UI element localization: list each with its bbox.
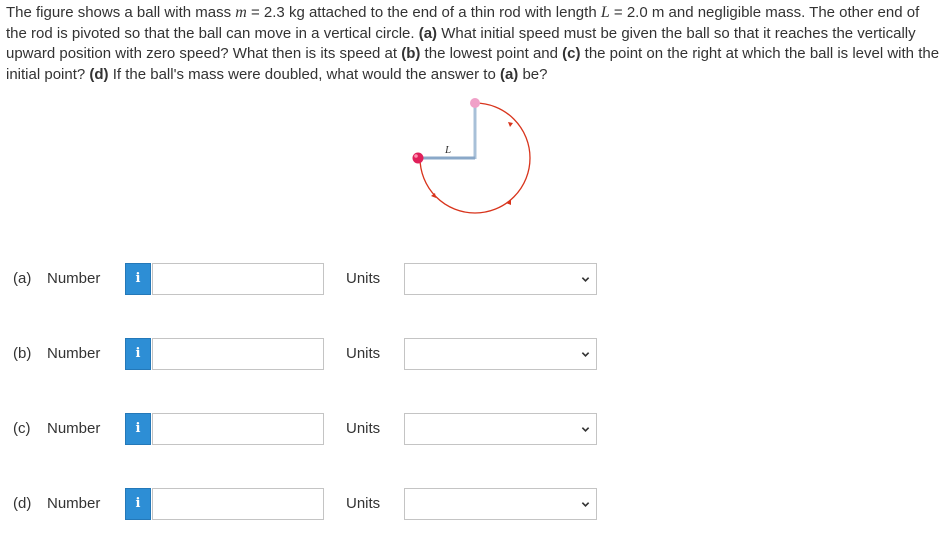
number-label: Number (47, 495, 101, 512)
answer-row-c: (c) Number i Units (0, 412, 948, 446)
number-label: Number (47, 270, 101, 287)
chevron-down-icon (581, 502, 590, 507)
problem-text: The figure shows a ball with mass (6, 4, 236, 21)
row-label: (a) Number (13, 262, 100, 296)
units-label: Units (346, 420, 381, 437)
units-dropdown-d[interactable] (404, 488, 597, 520)
units-label: Units (346, 270, 381, 287)
part-label: (d) (13, 495, 32, 512)
number-input-a[interactable] (152, 263, 324, 295)
answer-row-b: (b) Number i Units (0, 337, 948, 371)
part-label: (c) (13, 420, 31, 437)
direction-arrow-icon (508, 122, 513, 127)
part-label: (b) (13, 345, 32, 362)
ball (412, 152, 424, 164)
units-dropdown-b[interactable] (404, 338, 597, 370)
rod (420, 156, 475, 160)
number-input-b[interactable] (152, 338, 324, 370)
pendulum-figure: L (412, 98, 531, 214)
chevron-down-icon (581, 277, 590, 282)
units-dropdown-c[interactable] (404, 413, 597, 445)
row-label: (c) Number (13, 412, 100, 446)
row-label: (b) Number (13, 337, 100, 371)
units-dropdown-a[interactable] (404, 263, 597, 295)
part-a-tag-ref: (a) (499, 65, 519, 83)
answer-row-a: (a) Number i Units (0, 262, 948, 296)
number-label: Number (47, 420, 101, 437)
problem-text: If the ball's mass were doubled, what wo… (108, 65, 500, 83)
info-icon[interactable]: i (125, 413, 151, 445)
part-a-tag: (a) (418, 24, 438, 42)
ball-highlight (414, 154, 418, 158)
units-label: Units (346, 345, 381, 362)
rod-vertical (473, 105, 477, 159)
part-b-tag: (b) (401, 45, 421, 62)
part-c-tag: (c) (562, 45, 581, 62)
problem-text: the lowest point and (420, 45, 563, 62)
ghost-ball (470, 98, 480, 108)
info-icon[interactable]: i (125, 263, 151, 295)
answer-row-d: (d) Number i Units (0, 487, 948, 521)
info-icon[interactable]: i (125, 338, 151, 370)
mass-symbol: m (235, 4, 247, 21)
row-label: (d) Number (13, 487, 100, 521)
problem-text: = 2.3 kg attached to the end of a thin r… (246, 4, 601, 21)
number-label: Number (47, 345, 101, 362)
number-input-c[interactable] (152, 413, 324, 445)
part-d-tag: (d) (89, 65, 109, 83)
number-input-d[interactable] (152, 488, 324, 520)
chevron-down-icon (581, 352, 590, 357)
units-label: Units (346, 495, 381, 512)
problem-statement: The figure shows a ball with mass m = 2.… (6, 3, 942, 85)
problem-text: be? (518, 65, 548, 83)
info-icon[interactable]: i (125, 488, 151, 520)
length-symbol: L (600, 4, 610, 21)
rod-length-label: L (444, 144, 451, 156)
chevron-down-icon (581, 427, 590, 432)
part-label: (a) (13, 270, 32, 287)
